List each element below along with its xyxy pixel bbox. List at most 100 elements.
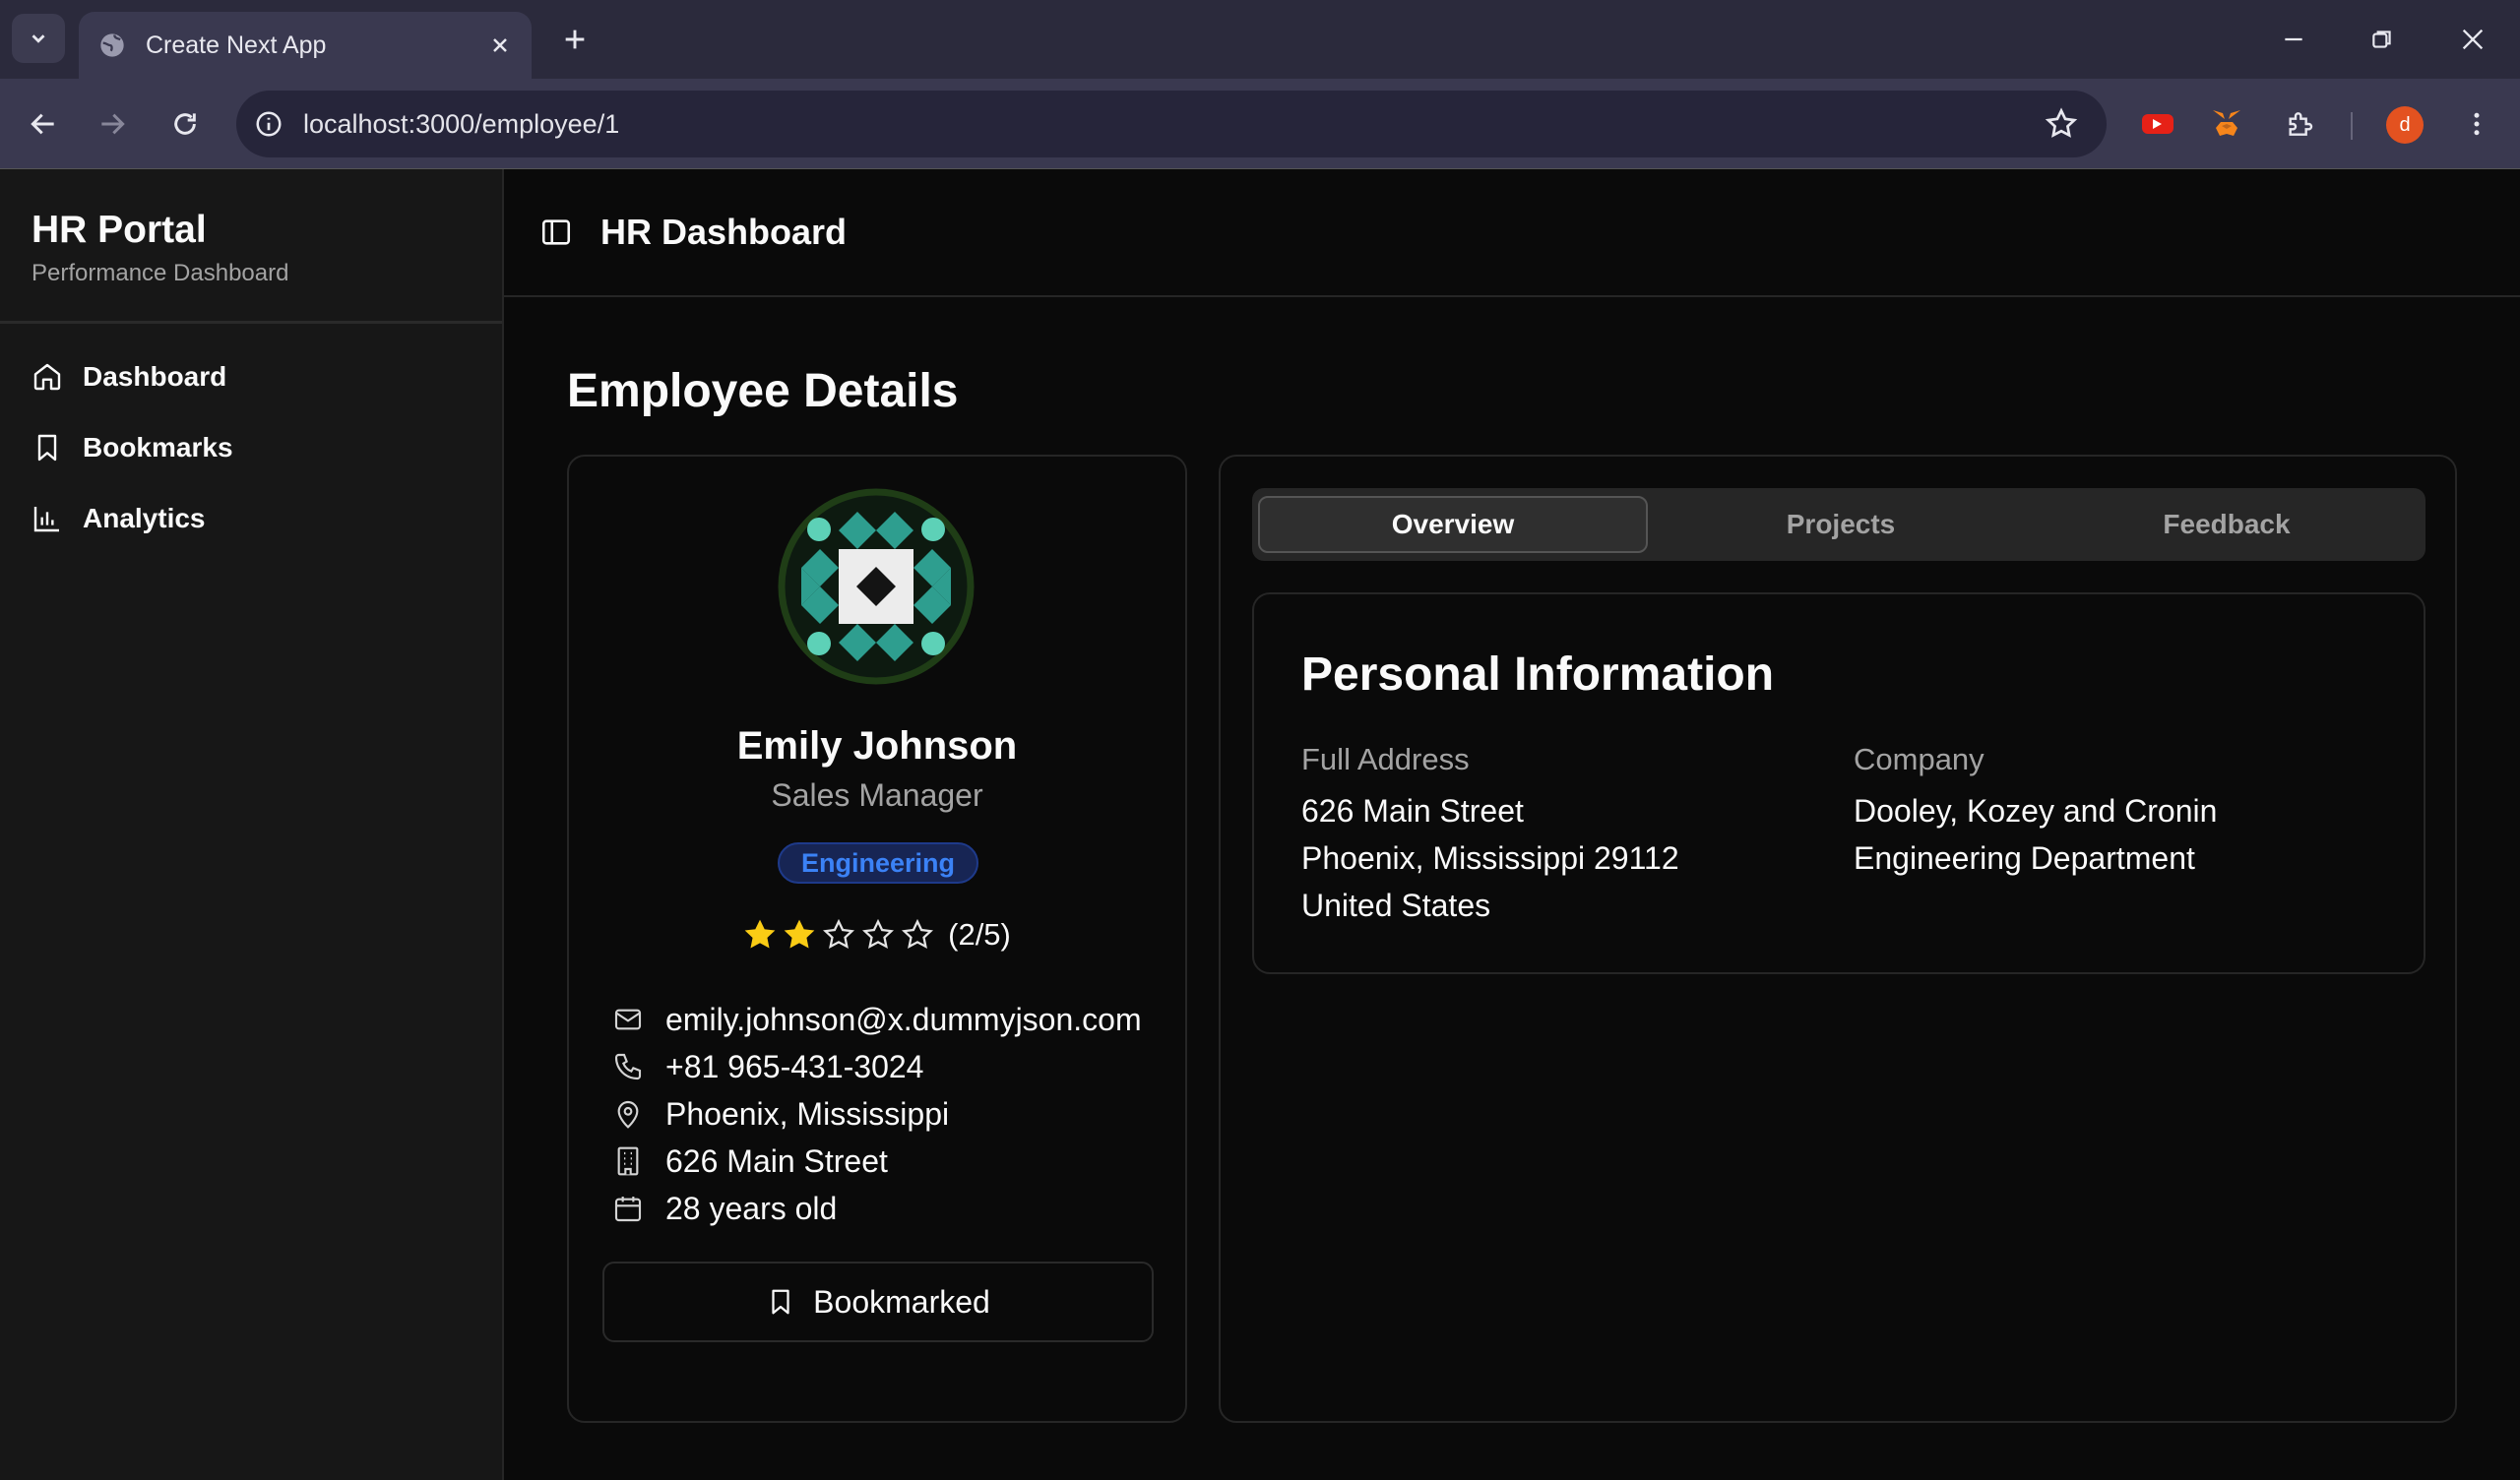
sidebar-item-analytics[interactable]: Analytics (0, 483, 502, 554)
department-badge: Engineering (778, 842, 978, 884)
company-column: Company Dooley, Kozey and Cronin Enginee… (1854, 742, 2217, 882)
info-icon[interactable] (254, 109, 284, 139)
tab-list: Overview Projects Feedback (1252, 488, 2426, 561)
back-button[interactable] (22, 102, 65, 146)
phone-row: +81 965-431-3024 (612, 1043, 1142, 1090)
close-icon[interactable] (488, 33, 512, 57)
star-empty-icon (902, 918, 934, 950)
fox-extension-icon (2213, 110, 2240, 136)
browser-toolbar: localhost:3000/employee/1 d (0, 79, 2520, 169)
toolbar-separator (2351, 112, 2353, 140)
email-row: emily.johnson@x.dummyjson.com (612, 996, 1142, 1043)
extension-metamask[interactable] (2205, 102, 2248, 146)
browser-tab[interactable]: Create Next App (79, 12, 532, 79)
mail-icon (614, 1009, 642, 1030)
company-department: Engineering Department (1854, 840, 2195, 876)
employee-profile-card: Emily Johnson Sales Manager Engineering … (567, 455, 1187, 1423)
tab-projects[interactable]: Projects (1648, 496, 2034, 553)
employee-street: 626 Main Street (665, 1142, 888, 1179)
tab-feedback[interactable]: Feedback (2034, 496, 2420, 553)
bookmark-button[interactable]: Bookmarked (602, 1262, 1154, 1342)
extensions-button[interactable] (2278, 102, 2321, 146)
rating-text: (2/5) (948, 917, 1011, 952)
address-label: Full Address (1301, 742, 1470, 776)
extension-youtube[interactable] (2136, 102, 2179, 146)
building-icon (617, 1146, 639, 1176)
new-tab-button[interactable] (557, 22, 593, 57)
puzzle-icon (2289, 112, 2313, 136)
sidebar-item-label: Dashboard (83, 361, 227, 392)
employee-phone: +81 965-431-3024 (665, 1048, 924, 1084)
avatar (778, 488, 975, 685)
sidebar-nav: Dashboard Bookmarks Analytics (0, 324, 502, 554)
sidebar: HR Portal Performance Dashboard Dashboar… (0, 169, 504, 1480)
reload-icon (174, 113, 196, 135)
contact-details: emily.johnson@x.dummyjson.com +81 965-43… (612, 996, 1142, 1232)
address-bar[interactable]: localhost:3000/employee/1 (236, 91, 2107, 157)
address-line: 626 Main Street (1301, 793, 1524, 829)
star-filled-icon (744, 919, 776, 949)
sidebar-toggle-icon[interactable] (539, 216, 573, 249)
app-subtitle: Performance Dashboard (32, 260, 289, 286)
sidebar-brand: HR Portal Performance Dashboard (0, 169, 502, 324)
calendar-icon (614, 1197, 642, 1222)
more-vertical-icon (2474, 112, 2480, 136)
phone-icon (614, 1053, 642, 1080)
restore-button[interactable] (2361, 18, 2404, 61)
bookmark-icon (772, 1289, 789, 1315)
star-filled-icon (784, 919, 815, 949)
arrow-left-icon (31, 113, 54, 135)
street-row: 626 Main Street (612, 1138, 1142, 1185)
sidebar-item-bookmarks[interactable]: Bookmarks (0, 412, 502, 483)
employee-role: Sales Manager (771, 777, 983, 813)
company-name: Dooley, Kozey and Cronin (1854, 793, 2218, 829)
sidebar-item-label: Analytics (83, 503, 206, 533)
employee-email: emily.johnson@x.dummyjson.com (665, 1001, 1142, 1037)
app-title: HR Portal (32, 209, 207, 251)
forward-button[interactable] (91, 102, 134, 146)
url-text: localhost:3000/employee/1 (303, 108, 620, 139)
employee-age: 28 years old (665, 1190, 838, 1226)
location-row: Phoenix, Mississippi (612, 1090, 1142, 1138)
restore-icon (2372, 31, 2391, 48)
tab-overview[interactable]: Overview (1258, 496, 1648, 553)
profile-avatar[interactable]: d (2386, 106, 2424, 144)
company-label: Company (1854, 742, 1984, 776)
rating: (2/5) (569, 917, 1185, 953)
plus-icon (565, 30, 585, 49)
browser-menu-button[interactable] (2455, 102, 2498, 146)
page-title: Employee Details (567, 365, 959, 417)
tab-title: Create Next App (146, 31, 327, 59)
close-window-button[interactable] (2451, 18, 2494, 61)
chevron-down-icon (32, 34, 45, 43)
address-line: United States (1301, 888, 1491, 923)
age-row: 28 years old (612, 1185, 1142, 1232)
star-empty-icon (862, 918, 895, 950)
minimize-button[interactable] (2272, 18, 2315, 61)
tab-search-button[interactable] (12, 14, 65, 63)
browser-tabstrip: Create Next App (0, 0, 2520, 79)
employee-name: Emily Johnson (736, 724, 1018, 768)
minimize-icon (2285, 37, 2302, 41)
star-empty-icon (823, 918, 855, 950)
globe-icon (100, 33, 124, 57)
arrow-right-icon (101, 113, 125, 135)
sidebar-item-dashboard[interactable]: Dashboard (0, 341, 502, 412)
sidebar-item-label: Bookmarks (83, 432, 233, 462)
bookmark-button-label: Bookmarked (813, 1283, 990, 1320)
employee-location: Phoenix, Mississippi (665, 1095, 950, 1132)
star-icon[interactable] (2044, 106, 2079, 142)
bookmark-icon (37, 434, 57, 462)
home-icon (33, 363, 61, 391)
address-column: Full Address 626 Main Street Phoenix, Mi… (1301, 742, 1679, 929)
top-header: HR Dashboard (504, 169, 2520, 297)
personal-information-card: Personal Information Full Address 626 Ma… (1252, 592, 2426, 974)
employee-tabs-card: Overview Projects Feedback Personal Info… (1219, 455, 2457, 1423)
close-icon (2462, 29, 2484, 50)
youtube-extension-icon (2142, 114, 2174, 134)
header-title: HR Dashboard (600, 212, 848, 252)
address-line: Phoenix, Mississippi 29112 (1301, 840, 1679, 876)
bar-chart-icon (33, 507, 59, 532)
personal-information-title: Personal Information (1301, 648, 1775, 701)
reload-button[interactable] (163, 102, 207, 146)
